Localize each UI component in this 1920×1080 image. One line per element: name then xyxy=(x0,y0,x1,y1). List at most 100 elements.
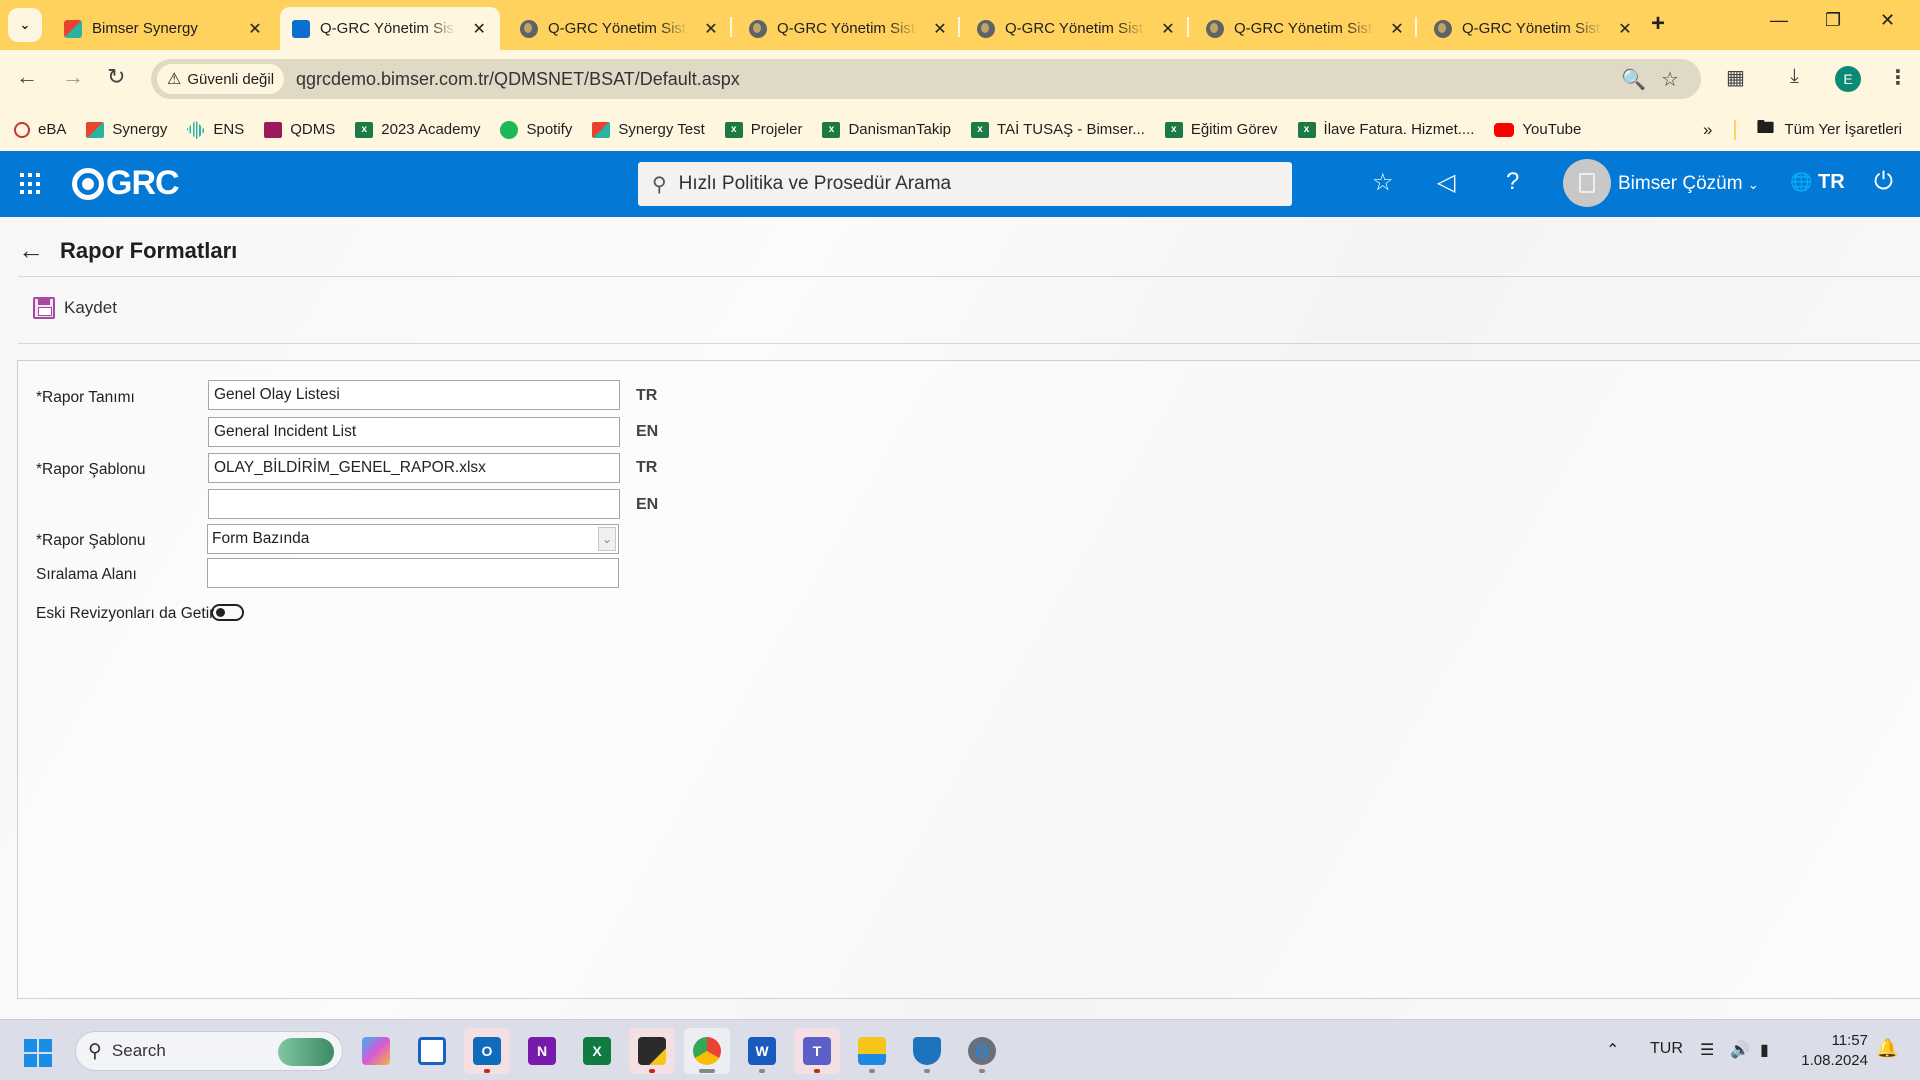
bookmark-projeler[interactable]: x Projeler xyxy=(724,121,802,138)
sort-field-input[interactable] xyxy=(207,558,619,588)
forward-icon[interactable]: → xyxy=(62,64,84,90)
globe-icon xyxy=(520,19,538,38)
page-content: ← Rapor Formatları Kaydet *Rapor Tanımı … xyxy=(0,217,1920,1019)
taskbar-onenote[interactable]: N xyxy=(519,1028,565,1074)
old-revisions-toggle[interactable] xyxy=(211,604,244,621)
address-bar[interactable]: ⚠ Güvenli değil qgrcdemo.bimser.com.tr/Q… xyxy=(151,59,1701,99)
close-tab-icon[interactable]: ✕ xyxy=(1616,19,1634,39)
spotify-icon xyxy=(500,120,519,139)
report-format-form: *Rapor Tanımı Genel Olay Listesi TR Gene… xyxy=(17,360,1920,999)
url-text[interactable]: qgrcdemo.bimser.com.tr/QDMSNET/BSAT/Defa… xyxy=(296,69,740,90)
close-tab-icon[interactable]: ✕ xyxy=(246,19,264,39)
tab-bimser-synergy[interactable]: Bimser Synergy ✕ xyxy=(52,7,276,50)
tab-qgrc-3[interactable]: Q-GRC Yönetim Sistemi ✕ xyxy=(737,7,961,50)
report-template-en-input[interactable] xyxy=(208,489,620,519)
all-bookmarks[interactable]: » 🖿 Tüm Yer İşaretleri xyxy=(1703,108,1902,151)
bookmark-qdms[interactable]: QDMS xyxy=(264,121,335,138)
bookmark-youtube[interactable]: YouTube xyxy=(1494,121,1581,138)
bookmark-danismantakip[interactable]: x DanismanTakip xyxy=(822,121,951,138)
zoom-icon[interactable]: 🔍 xyxy=(1621,67,1646,92)
save-button[interactable]: Kaydet xyxy=(33,297,117,319)
image-placeholder-icon xyxy=(1579,173,1595,193)
system-clock[interactable]: 11:57 1.08.2024 xyxy=(1800,1031,1868,1071)
running-indicator xyxy=(924,1069,930,1073)
security-chip[interactable]: ⚠ Güvenli değil xyxy=(157,64,285,94)
help-icon[interactable]: ? xyxy=(1506,168,1519,196)
sort-field-label: Sıralama Alanı xyxy=(36,566,137,583)
close-tab-icon[interactable]: ✕ xyxy=(931,19,949,39)
close-tab-icon[interactable]: ✕ xyxy=(1159,19,1177,39)
taskbar-file-explorer[interactable] xyxy=(849,1028,895,1074)
new-tab-button[interactable]: + xyxy=(1651,10,1665,38)
bookmark-ilave-fatura[interactable]: x İlave Fatura. Hizmet.... xyxy=(1297,121,1474,138)
bookmark-eba[interactable]: eBA xyxy=(14,121,66,138)
taskbar-excel[interactable]: X xyxy=(574,1028,620,1074)
download-icon[interactable]: ⤓ xyxy=(1790,65,1799,88)
tab-qgrc-6[interactable]: Q-GRC Yönetim Sistemi ✕ xyxy=(1422,7,1646,50)
bookmark-synergy-test[interactable]: Synergy Test xyxy=(592,121,705,138)
minimize-button[interactable]: — xyxy=(1770,10,1788,31)
ens-icon xyxy=(186,119,207,140)
taskbar-outlook[interactable]: O xyxy=(464,1028,510,1074)
volume-icon[interactable]: 🔊 xyxy=(1730,1040,1750,1060)
quick-search-input[interactable]: ⚲ Hızlı Politika ve Prosedür Arama xyxy=(638,162,1292,206)
bookmark-egitim-gorev[interactable]: x Eğitim Görev xyxy=(1164,121,1278,138)
close-window-button[interactable]: ✕ xyxy=(1880,10,1895,31)
more-bookmarks-icon[interactable]: » xyxy=(1703,120,1712,140)
tab-qgrc-4[interactable]: Q-GRC Yönetim Sistemi ✕ xyxy=(965,7,1189,50)
favorites-star-icon[interactable]: ☆ xyxy=(1372,168,1394,197)
tab-qgrc-active[interactable]: Q-GRC Yönetim Sistemi ✕ xyxy=(280,7,500,50)
tab-qgrc-2[interactable]: Q-GRC Yönetim Sistemi ✕ xyxy=(508,7,732,50)
taskbar-widgets[interactable] xyxy=(409,1028,455,1074)
excel-icon: x xyxy=(1297,121,1316,138)
extensions-icon[interactable]: ▦ xyxy=(1726,65,1745,90)
back-icon[interactable]: ← xyxy=(16,64,38,90)
taskbar-copilot[interactable] xyxy=(353,1028,399,1074)
notification-bell-icon[interactable]: 🔔 xyxy=(1876,1038,1898,1059)
reload-icon[interactable]: ↻ xyxy=(107,64,125,90)
close-tab-icon[interactable]: ✕ xyxy=(470,19,488,39)
profile-avatar[interactable]: E xyxy=(1835,66,1861,92)
report-type-select[interactable]: Form Bazında ⌄ xyxy=(207,524,619,554)
report-definition-tr-input[interactable]: Genel Olay Listesi xyxy=(208,380,620,410)
report-template-tr-input[interactable]: OLAY_BİLDİRİM_GENEL_RAPOR.xlsx xyxy=(208,453,620,483)
tab-qgrc-5[interactable]: Q-GRC Yönetim Sistemi ✕ xyxy=(1194,7,1418,50)
power-icon[interactable]: ⏻ xyxy=(1874,168,1893,196)
taskbar-chrome[interactable] xyxy=(684,1028,730,1074)
taskbar-settings[interactable]: ⚙ xyxy=(959,1028,1005,1074)
globe-icon xyxy=(749,19,767,38)
taskbar-security[interactable] xyxy=(904,1028,950,1074)
qgrc-logo[interactable]: GRC xyxy=(72,164,180,203)
battery-icon[interactable]: ▮ xyxy=(1760,1040,1769,1060)
report-definition-en-input[interactable]: General Incident List xyxy=(208,417,620,447)
show-hidden-icons-chevron[interactable]: ⌃ xyxy=(1606,1040,1619,1060)
taskbar-word[interactable]: W xyxy=(739,1028,785,1074)
bookmark-star-icon[interactable]: ☆ xyxy=(1661,67,1679,92)
user-avatar[interactable] xyxy=(1563,159,1611,207)
wifi-icon[interactable]: ☰ xyxy=(1700,1040,1714,1060)
windows-start-button[interactable] xyxy=(24,1039,52,1067)
close-tab-icon[interactable]: ✕ xyxy=(702,19,720,39)
page-title: Rapor Formatları xyxy=(60,237,238,263)
toggle-knob xyxy=(216,608,225,617)
windows-taskbar: ⚲ Search O N X W T ⚙ ⌃ TUR ☰ 🔊 ▮ 11:57 1… xyxy=(0,1019,1920,1080)
close-tab-icon[interactable]: ✕ xyxy=(1388,19,1406,39)
input-language[interactable]: TUR xyxy=(1650,1040,1683,1058)
back-arrow-icon[interactable]: ← xyxy=(18,235,44,266)
bookmark-2023-academy[interactable]: x 2023 Academy xyxy=(355,121,480,138)
kebab-menu-icon[interactable]: ⋮ xyxy=(1888,65,1908,90)
taskbar-teams[interactable]: T xyxy=(794,1028,840,1074)
app-launcher-icon[interactable] xyxy=(20,173,42,195)
taskbar-sticky-notes[interactable] xyxy=(629,1028,675,1074)
bookmark-tai-tusas[interactable]: x TAİ TUSAŞ - Bimser... xyxy=(971,121,1145,138)
restore-button[interactable]: ❐ xyxy=(1825,10,1841,31)
tab-search-button[interactable]: ⌄ xyxy=(8,8,42,42)
language-switcher[interactable]: 🌐 TR xyxy=(1790,171,1845,194)
taskbar-search[interactable]: ⚲ Search xyxy=(75,1031,343,1071)
announcements-megaphone-icon[interactable]: ◁ xyxy=(1437,168,1455,197)
user-menu[interactable]: Bimser Çözüm ⌄ xyxy=(1618,173,1759,195)
bookmark-ens[interactable]: ENS xyxy=(186,119,244,140)
bookmark-spotify[interactable]: Spotify xyxy=(500,120,572,139)
bookmark-synergy[interactable]: Synergy xyxy=(86,121,167,138)
chevron-down-icon[interactable]: ⌄ xyxy=(598,527,616,551)
